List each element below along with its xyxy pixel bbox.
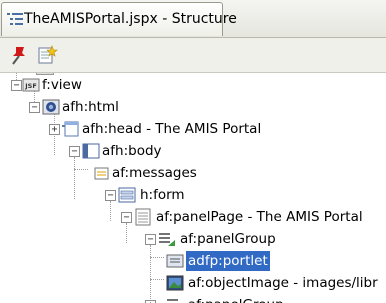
- tree-node-af-panelgroup-2[interactable]: + af:panelGroup: [0, 295, 300, 303]
- tree-node-label: af:panelGroup: [180, 231, 276, 247]
- collapse-toggle[interactable]: −: [121, 212, 132, 223]
- html-document-icon: [42, 99, 60, 115]
- tree-node-adfp-portlet[interactable]: adfp:portlet: [0, 251, 300, 273]
- panel-group-icon: [167, 299, 178, 301]
- collapse-toggle[interactable]: −: [105, 190, 116, 201]
- structure-tree: − JSF f:view − afh:html + afh:head - The…: [0, 73, 386, 303]
- panel-page-icon: [135, 208, 151, 226]
- tree-node-label: afh:html: [62, 99, 119, 115]
- body-component-icon: [82, 143, 100, 159]
- expand-toggle[interactable]: +: [49, 124, 60, 135]
- messages-icon: [94, 167, 109, 180]
- jsf-icon: JSF: [22, 78, 40, 92]
- collapse-toggle[interactable]: −: [69, 146, 80, 157]
- structure-toolbar: [0, 38, 386, 73]
- freeze-view-icon[interactable]: [36, 44, 58, 66]
- structure-window-titlebar: TheAMISPortal.jspx - Structure: [0, 0, 386, 38]
- tree-node-af-messages[interactable]: af:messages: [0, 163, 200, 185]
- portlet-icon: [166, 254, 184, 268]
- tree-node-h-form[interactable]: − h:form: [0, 185, 200, 207]
- svg-text:JSF: JSF: [24, 82, 37, 90]
- tree-node-label: af:messages: [112, 165, 197, 181]
- tree-node-label: h:form: [140, 187, 185, 203]
- tree-node-label: adfp:portlet: [186, 251, 270, 271]
- tree-node-label: f:view: [42, 77, 82, 93]
- tree-node-af-panelpage[interactable]: − af:panelPage - The AMIS Portal: [0, 207, 386, 229]
- image-icon: [166, 275, 184, 291]
- panel-group-icon: [159, 233, 175, 246]
- tree-node-label: afh:head - The AMIS Portal: [82, 121, 262, 137]
- tab-title: TheAMISPortal.jspx - Structure: [24, 11, 237, 27]
- form-icon: [118, 187, 136, 203]
- collapse-toggle[interactable]: −: [29, 102, 40, 113]
- tree-node-afh-head[interactable]: + afh:head - The AMIS Portal: [0, 119, 262, 141]
- head-component-icon: [62, 121, 79, 137]
- tree-node-label: afh:body: [102, 143, 162, 159]
- tree-node-afh-html[interactable]: − afh:html: [0, 97, 200, 119]
- tree-node-label: af:panelPage - The AMIS Portal: [156, 209, 363, 225]
- structure-tab[interactable]: TheAMISPortal.jspx - Structure: [1, 2, 237, 36]
- tree-node-f-view[interactable]: − JSF f:view: [0, 75, 200, 97]
- pin-icon[interactable]: [8, 44, 30, 66]
- tree-node-af-objectimage[interactable]: af:objectImage - images/libr: [0, 273, 386, 295]
- tree-node-label: af:panelGroup: [186, 295, 286, 303]
- collapse-toggle[interactable]: −: [145, 234, 156, 245]
- collapse-toggle[interactable]: −: [11, 80, 22, 91]
- tree-node-afh-body[interactable]: − afh:body: [0, 141, 200, 163]
- tree-node-af-panelgroup[interactable]: − af:panelGroup: [0, 229, 300, 251]
- tree-node-label: af:objectImage - images/libr: [188, 275, 378, 291]
- structure-icon: [7, 13, 23, 25]
